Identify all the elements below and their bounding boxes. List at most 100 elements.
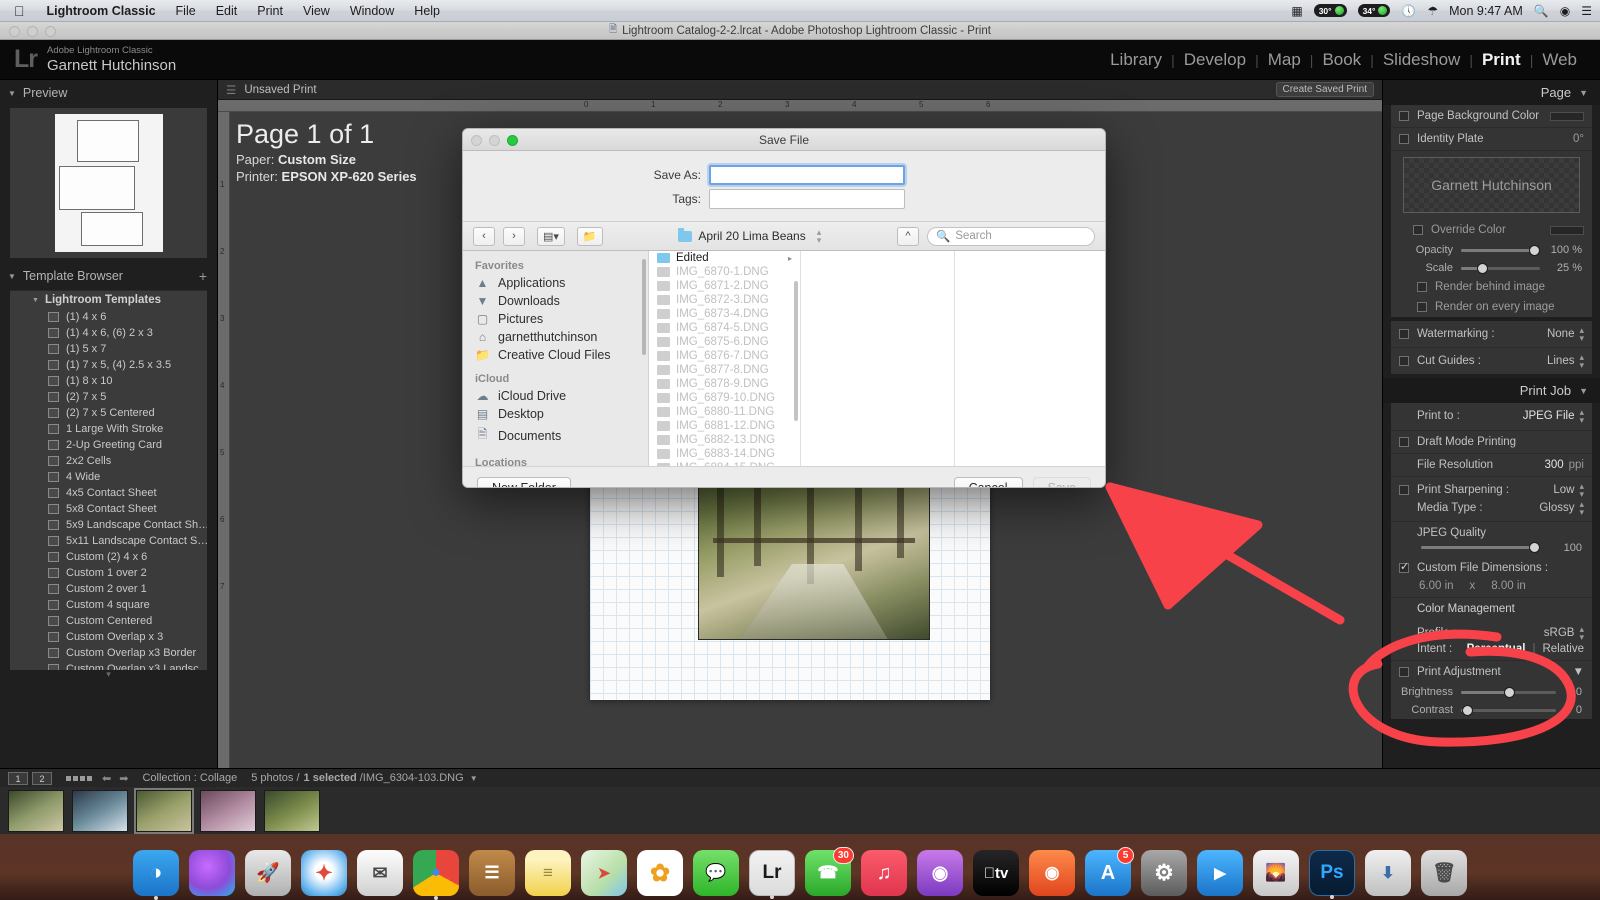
dock-item-preview[interactable]: 🌄 bbox=[1253, 850, 1299, 896]
sidebar-item-creative-cloud-files[interactable]: 📁Creative Cloud Files bbox=[463, 346, 648, 364]
columns-icon[interactable]: ▤▾ bbox=[537, 227, 565, 246]
minimize-icon[interactable] bbox=[27, 26, 38, 37]
list-item[interactable]: 5x9 Landscape Contact Sh… bbox=[10, 517, 207, 533]
template-list[interactable]: ▼ Lightroom Templates (1) 4 x 6 (1) 4 x … bbox=[10, 290, 207, 670]
intent-perceptual[interactable]: Perceptual bbox=[1467, 643, 1526, 655]
close-icon[interactable] bbox=[9, 26, 20, 37]
dock-item-mission-control[interactable]: ◉ bbox=[1029, 850, 1075, 896]
list-item[interactable]: IMG_6877-8.DNG bbox=[649, 363, 800, 377]
print-adjustment-checkbox[interactable] bbox=[1399, 667, 1409, 677]
page-background-color-row[interactable]: Page Background Color bbox=[1391, 105, 1592, 128]
dialog-preview-column[interactable] bbox=[801, 251, 955, 466]
chevron-right-icon[interactable]: › bbox=[503, 227, 525, 246]
scale-slider-row[interactable]: Scale 25 % bbox=[1391, 259, 1592, 277]
sidebar-item-pictures[interactable]: ▢Pictures bbox=[463, 310, 648, 328]
page-section-header[interactable]: Page ▼ bbox=[1383, 80, 1600, 105]
panel-collapse-handle[interactable]: ▾ bbox=[0, 670, 217, 678]
new-folder-icon[interactable]: 📁 bbox=[577, 227, 603, 246]
dock-item-messages[interactable]: 💬 bbox=[693, 850, 739, 896]
file-resolution-value[interactable]: 300 bbox=[1544, 459, 1563, 471]
list-item[interactable]: IMG_6883-14.DNG bbox=[649, 447, 800, 461]
print-tab-title[interactable]: Unsaved Print bbox=[244, 84, 316, 96]
intent-row[interactable]: Intent : Perceptual | Relative bbox=[1391, 642, 1592, 661]
print-to-row[interactable]: Print to : JPEG File ▴▾ bbox=[1391, 403, 1592, 430]
list-item[interactable]: IMG_6872-3.DNG bbox=[649, 293, 800, 307]
opacity-slider-row[interactable]: Opacity 100 % bbox=[1391, 241, 1592, 259]
template-browser-header[interactable]: ▼ Template Browser + bbox=[0, 262, 217, 290]
filmstrip[interactable] bbox=[0, 787, 1600, 834]
dock-item-podcasts[interactable]: ◉ bbox=[917, 850, 963, 896]
list-item[interactable]: 4 Wide bbox=[10, 469, 207, 485]
dialog-traffic-lights[interactable] bbox=[471, 135, 518, 146]
render-every-checkbox[interactable] bbox=[1417, 302, 1427, 312]
page-button-2[interactable]: 2 bbox=[32, 772, 52, 785]
sidebar-item-home[interactable]: ⌂garnetthutchinson bbox=[463, 328, 648, 346]
dock-item-finder[interactable]: ◑ bbox=[133, 850, 179, 896]
chevron-down-icon[interactable]: ▼ bbox=[1573, 666, 1584, 678]
dialog-sidebar[interactable]: Favorites ▲Applications ▼Downloads ▢Pict… bbox=[463, 251, 649, 466]
battery-status-one[interactable]: 30° bbox=[1314, 4, 1347, 17]
list-item[interactable]: IMG_6875-6.DNG bbox=[649, 335, 800, 349]
sidebar-item-icloud-drive[interactable]: ☁iCloud Drive bbox=[463, 387, 648, 405]
draft-mode-row[interactable]: Draft Mode Printing bbox=[1391, 431, 1592, 454]
sidebar-item-documents[interactable]: 🗎Documents bbox=[463, 423, 648, 448]
close-icon[interactable] bbox=[471, 135, 482, 146]
profile-row[interactable]: Profile : sRGB ▴▾ bbox=[1391, 620, 1592, 642]
dock-item-appletv[interactable]: tv bbox=[973, 850, 1019, 896]
cut-guides-checkbox[interactable] bbox=[1399, 356, 1409, 366]
save-file-dialog[interactable]: Save File Save As: Tags: ‹ › ▤▾ 📁 April … bbox=[462, 128, 1106, 488]
menu-view[interactable]: View bbox=[293, 4, 340, 18]
dock-item-trash[interactable]: 🗑 bbox=[1421, 850, 1467, 896]
file-resolution-row[interactable]: File Resolution 300 ppi bbox=[1391, 454, 1592, 477]
collection-label[interactable]: Collection : Collage bbox=[142, 772, 237, 784]
minimize-icon[interactable] bbox=[489, 135, 500, 146]
list-item[interactable]: Custom Centered bbox=[10, 613, 207, 629]
siri-icon[interactable]: ◉ bbox=[1560, 5, 1570, 17]
menubar-app-name[interactable]: Lightroom Classic bbox=[37, 4, 166, 18]
print-sharpening-row[interactable]: Print Sharpening : Low ▴▾ bbox=[1391, 477, 1592, 499]
color-management-header[interactable]: Color Management bbox=[1391, 598, 1592, 620]
watermarking-value[interactable]: None bbox=[1547, 328, 1575, 340]
custom-file-dimensions-checkbox[interactable] bbox=[1399, 563, 1409, 573]
list-item[interactable]: (2) 7 x 5 Centered bbox=[10, 405, 207, 421]
photo-cell[interactable] bbox=[698, 475, 930, 640]
render-every-row[interactable]: Render on every image bbox=[1391, 297, 1592, 317]
dock-item-music[interactable]: ♫ bbox=[861, 850, 907, 896]
list-item[interactable]: 4x5 Contact Sheet bbox=[10, 485, 207, 501]
updown-icon[interactable]: ▴▾ bbox=[1579, 353, 1584, 369]
menu-edit[interactable]: Edit bbox=[206, 4, 248, 18]
custom-file-dimensions-row[interactable]: Custom File Dimensions : bbox=[1391, 557, 1592, 575]
page-background-color-swatch[interactable] bbox=[1550, 112, 1584, 121]
list-item[interactable]: 5x11 Landscape Contact S… bbox=[10, 533, 207, 549]
dock-item-launchpad[interactable]: 🚀 bbox=[245, 850, 291, 896]
module-library[interactable]: Library bbox=[1101, 50, 1171, 70]
identity-block[interactable]: Adobe Lightroom Classic Garnett Hutchins… bbox=[47, 44, 176, 74]
chevron-down-icon[interactable]: ▼ bbox=[32, 297, 39, 304]
list-item[interactable]: Edited▸ bbox=[649, 251, 800, 265]
scale-track[interactable] bbox=[1461, 267, 1540, 270]
dock-item-mail[interactable]: ✉ bbox=[357, 850, 403, 896]
identity-plate-checkbox[interactable] bbox=[1399, 134, 1409, 144]
menu-file[interactable]: File bbox=[166, 4, 206, 18]
menu-print[interactable]: Print bbox=[247, 4, 293, 18]
list-item[interactable]: IMG_6871-2.DNG bbox=[649, 279, 800, 293]
contrast-track[interactable] bbox=[1461, 709, 1556, 712]
brightness-slider-row[interactable]: Brightness 0 bbox=[1391, 683, 1592, 701]
profile-value[interactable]: sRGB bbox=[1544, 627, 1575, 639]
chevron-down-icon[interactable]: ▼ bbox=[1579, 88, 1588, 98]
filmstrip-thumb-selected[interactable] bbox=[136, 790, 192, 832]
contrast-slider-row[interactable]: Contrast 0 bbox=[1391, 701, 1592, 719]
page-background-color-checkbox[interactable] bbox=[1399, 111, 1409, 121]
jpeg-quality-knob[interactable] bbox=[1529, 542, 1540, 553]
updown-icon[interactable]: ▴▾ bbox=[1579, 500, 1584, 516]
list-item[interactable]: IMG_6882-13.DNG bbox=[649, 433, 800, 447]
zoom-icon[interactable] bbox=[507, 135, 518, 146]
list-item[interactable]: IMG_6878-9.DNG bbox=[649, 377, 800, 391]
chevron-left-icon[interactable]: ‹ bbox=[473, 227, 495, 246]
search-input[interactable]: 🔍 Search bbox=[927, 227, 1095, 246]
filmstrip-thumb[interactable] bbox=[8, 790, 64, 832]
wifi-icon[interactable]: ☂ bbox=[1427, 5, 1438, 17]
render-behind-row[interactable]: Render behind image bbox=[1391, 277, 1592, 297]
list-item[interactable]: Custom 2 over 1 bbox=[10, 581, 207, 597]
battery-status-two[interactable]: 34° bbox=[1358, 4, 1391, 17]
